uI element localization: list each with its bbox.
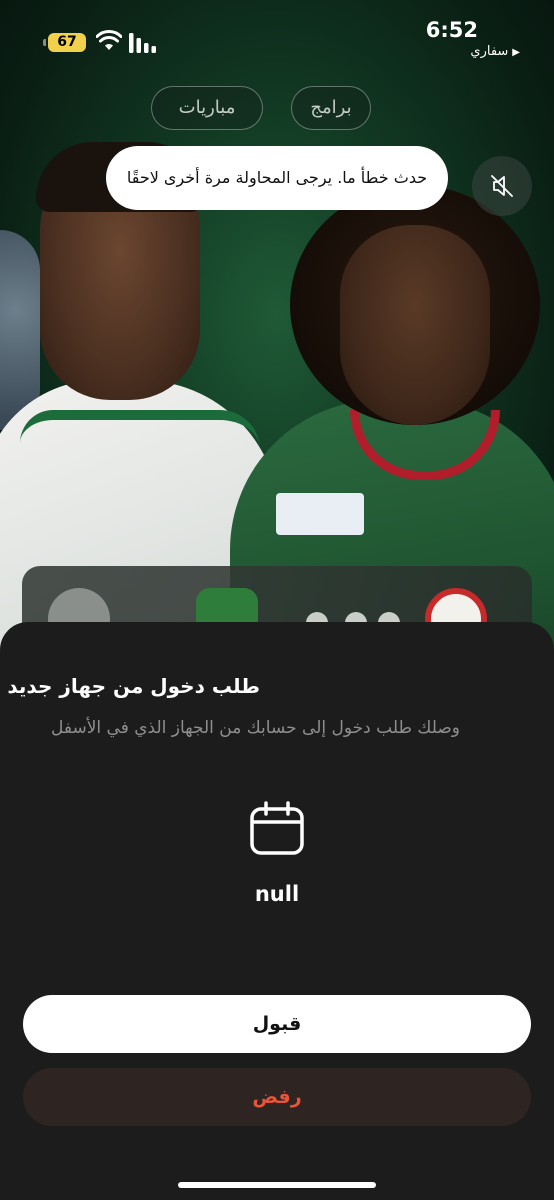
sheet-title: طلب دخول من جهاز جديد — [7, 674, 260, 698]
cellular-signal-icon — [129, 33, 156, 53]
back-arrow-icon: ▶ — [512, 47, 520, 58]
clock: 6:52 — [425, 18, 478, 42]
wifi-icon — [96, 30, 122, 50]
battery-icon: 67 — [43, 33, 86, 52]
player-left-stripe — [20, 410, 260, 450]
speaker-muted-icon — [491, 175, 513, 197]
sponsor-patch — [276, 493, 364, 535]
battery-level: 67 — [57, 34, 77, 50]
mute-button[interactable] — [472, 156, 532, 216]
back-app-label: سفاري — [470, 44, 509, 59]
status-bar: 67 6:52 ▶سفاري — [0, 0, 554, 64]
player-right-head — [340, 225, 490, 425]
tab-programs[interactable]: برامج — [291, 86, 371, 130]
accept-button[interactable]: قبول — [23, 995, 531, 1053]
tab-matches[interactable]: مباريات — [151, 86, 263, 130]
device-name: null — [254, 882, 300, 906]
login-request-sheet: طلب دخول من جهاز جديد وصلك طلب دخول إلى … — [0, 622, 554, 1200]
sheet-subtitle: وصلك طلب دخول إلى حسابك من الجهاز الذي ف… — [51, 718, 460, 738]
calendar-icon — [250, 801, 304, 855]
reject-button[interactable]: رفض — [23, 1068, 531, 1126]
content-tabs: مباريات برامج — [0, 86, 554, 130]
back-to-app-link[interactable]: ▶سفاري — [470, 44, 520, 59]
error-toast: حدث خطأ ما. يرجى المحاولة مرة أخرى لاحقً… — [106, 146, 448, 210]
home-indicator[interactable] — [178, 1182, 376, 1188]
